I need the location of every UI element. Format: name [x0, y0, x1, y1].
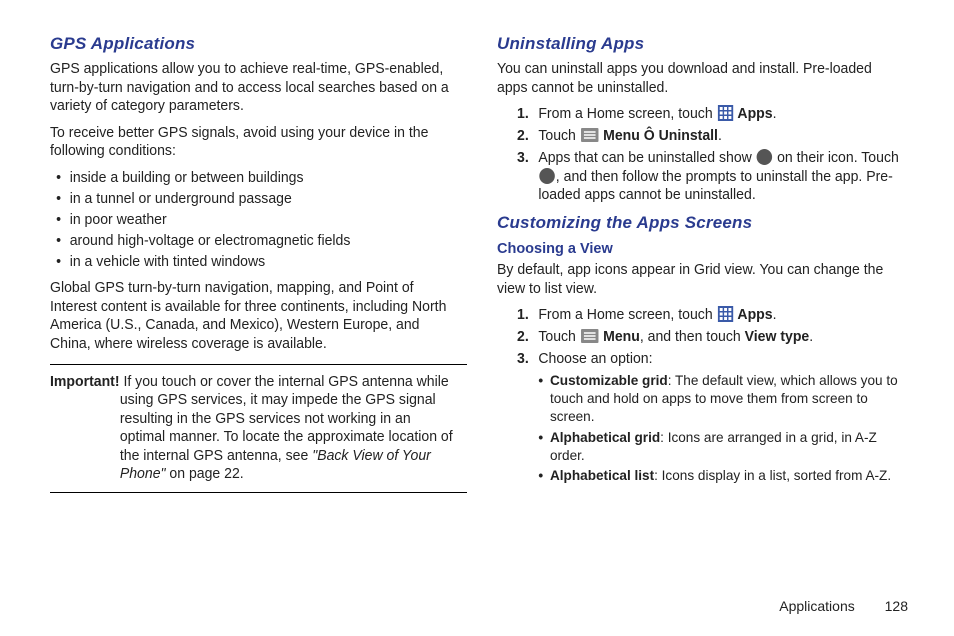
- list-item: in poor weather: [60, 211, 455, 229]
- apps-icon: [718, 306, 734, 322]
- page: GPS Applications GPS applications allow …: [0, 0, 954, 596]
- step: From a Home screen, touch Apps.: [517, 306, 902, 325]
- choosing-view-intro: By default, app icons appear in Grid vie…: [497, 261, 901, 298]
- remove-circle-icon: [539, 168, 555, 184]
- step: Touch Menu, and then touch View type.: [517, 328, 902, 347]
- right-column: Uninstalling Apps You can uninstall apps…: [497, 30, 914, 586]
- gps-conditions-list: inside a building or between buildings i…: [50, 169, 467, 272]
- heading-customizing-apps-screens: Customizing the Apps Screens: [497, 213, 914, 233]
- step: From a Home screen, touch Apps.: [517, 105, 902, 124]
- uninstall-intro: You can uninstall apps you download and …: [497, 60, 901, 97]
- page-number: 128: [885, 598, 908, 614]
- list-item: inside a building or between buildings: [60, 169, 455, 187]
- uninstall-steps: From a Home screen, touch Apps. Touch Me…: [497, 105, 914, 205]
- subheading-choosing-a-view: Choosing a View: [497, 241, 914, 257]
- menu-icon: [581, 128, 598, 142]
- step: Touch Menu Ô Uninstall.: [517, 127, 902, 146]
- page-footer: Applications 128: [779, 598, 908, 614]
- list-item: in a tunnel or underground passage: [60, 190, 455, 208]
- step: Apps that can be uninstalled show on the…: [517, 149, 902, 206]
- list-item: Alphabetical list: Icons display in a li…: [540, 467, 902, 485]
- left-column: GPS Applications GPS applications allow …: [50, 30, 467, 586]
- list-item: Customizable grid: The default view, whi…: [540, 372, 902, 426]
- gps-intro-paragraph: GPS applications allow you to achieve re…: [50, 60, 454, 116]
- gps-conditions-intro: To receive better GPS signals, avoid usi…: [50, 124, 454, 161]
- view-type-options: Customizable grid: The default view, whi…: [538, 372, 902, 485]
- apps-icon: [718, 105, 734, 121]
- choosing-view-steps: From a Home screen, touch Apps. Touch Me…: [497, 306, 914, 485]
- remove-circle-icon: [757, 149, 773, 165]
- heading-gps-applications: GPS Applications: [50, 34, 467, 54]
- gps-coverage-paragraph: Global GPS turn-by-turn navigation, mapp…: [50, 279, 454, 353]
- list-item: around high-voltage or electromagnetic f…: [60, 232, 455, 250]
- important-label: Important!: [50, 374, 120, 390]
- step: Choose an option: Customizable grid: The…: [517, 350, 902, 485]
- heading-uninstalling-apps: Uninstalling Apps: [497, 34, 914, 54]
- section-name: Applications: [779, 598, 855, 614]
- list-item: in a vehicle with tinted windows: [60, 253, 455, 271]
- important-text: Important! If you touch or cover the int…: [50, 373, 454, 484]
- important-callout: Important! If you touch or cover the int…: [50, 364, 467, 493]
- list-item: Alphabetical grid: Icons are arranged in…: [540, 429, 902, 465]
- menu-icon: [581, 329, 598, 343]
